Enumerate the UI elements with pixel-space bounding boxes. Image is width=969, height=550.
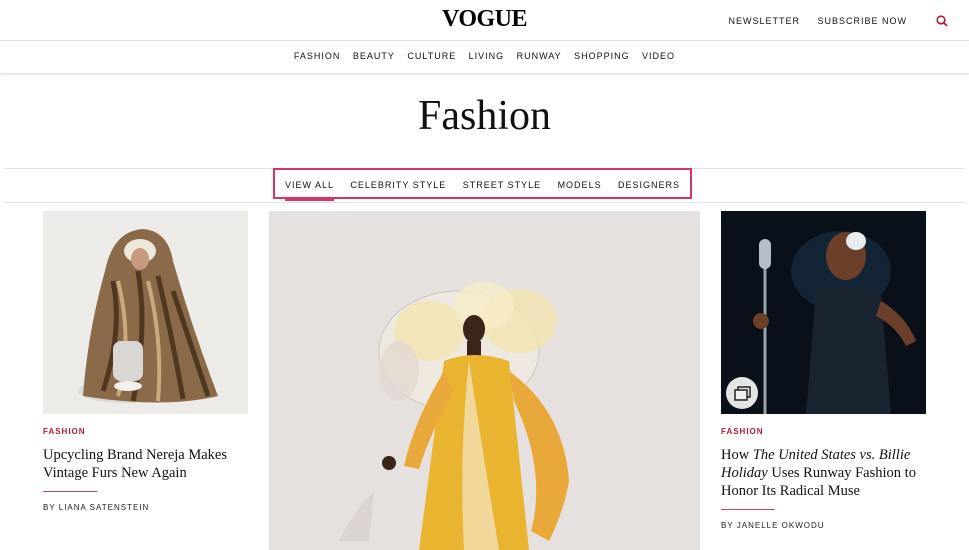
nav-runway[interactable]: RUNWAY (517, 41, 562, 71)
top-links: NEWSLETTER SUBSCRIBE NOW (714, 16, 907, 26)
sub-nav: VIEW ALL CELEBRITY STYLE STREET STYLE MO… (273, 168, 692, 220)
article-image-fur-coat[interactable] (43, 211, 248, 414)
article-byline[interactable]: BY LIANA SATENSTEIN (43, 503, 149, 512)
newsletter-link[interactable]: NEWSLETTER (728, 16, 800, 26)
article-byline[interactable]: BY JANELLE OKWODU (721, 521, 825, 530)
subscribe-link[interactable]: SUBSCRIBE NOW (817, 16, 907, 26)
subnav-street-style[interactable]: STREET STYLE (463, 170, 541, 200)
headline-rule (721, 509, 775, 510)
main-nav: FASHION BEAUTY CULTURE LIVING RUNWAY SHO… (0, 41, 969, 74)
article-category[interactable]: FASHION (43, 427, 86, 436)
nav-culture[interactable]: CULTURE (407, 41, 456, 71)
nav-living[interactable]: LIVING (469, 41, 505, 71)
subnav-celebrity-style[interactable]: CELEBRITY STYLE (350, 170, 446, 200)
nav-fashion[interactable]: FASHION (294, 41, 341, 71)
nav-shopping[interactable]: SHOPPING (574, 41, 630, 71)
subnav-view-all[interactable]: VIEW ALL (284, 170, 334, 201)
top-bar: VOGUE NEWSLETTER SUBSCRIBE NOW (0, 0, 969, 41)
article-headline[interactable]: How The United States vs. Billie Holiday… (721, 446, 921, 500)
headline-rule (43, 491, 97, 492)
article-image-yellow-gown[interactable] (269, 211, 700, 550)
subnav-models[interactable]: MODELS (558, 170, 602, 200)
headline-prefix: How (721, 447, 753, 463)
gallery-icon[interactable] (726, 377, 758, 409)
article-category[interactable]: FASHION (721, 427, 764, 436)
search-icon[interactable] (936, 15, 948, 27)
article-headline[interactable]: Upcycling Brand Nereja Makes Vintage Fur… (43, 446, 243, 482)
nav-video[interactable]: VIDEO (642, 41, 675, 71)
nav-beauty[interactable]: BEAUTY (353, 41, 395, 71)
page-title: Fashion (417, 93, 551, 139)
subnav-designers[interactable]: DESIGNERS (618, 170, 680, 200)
